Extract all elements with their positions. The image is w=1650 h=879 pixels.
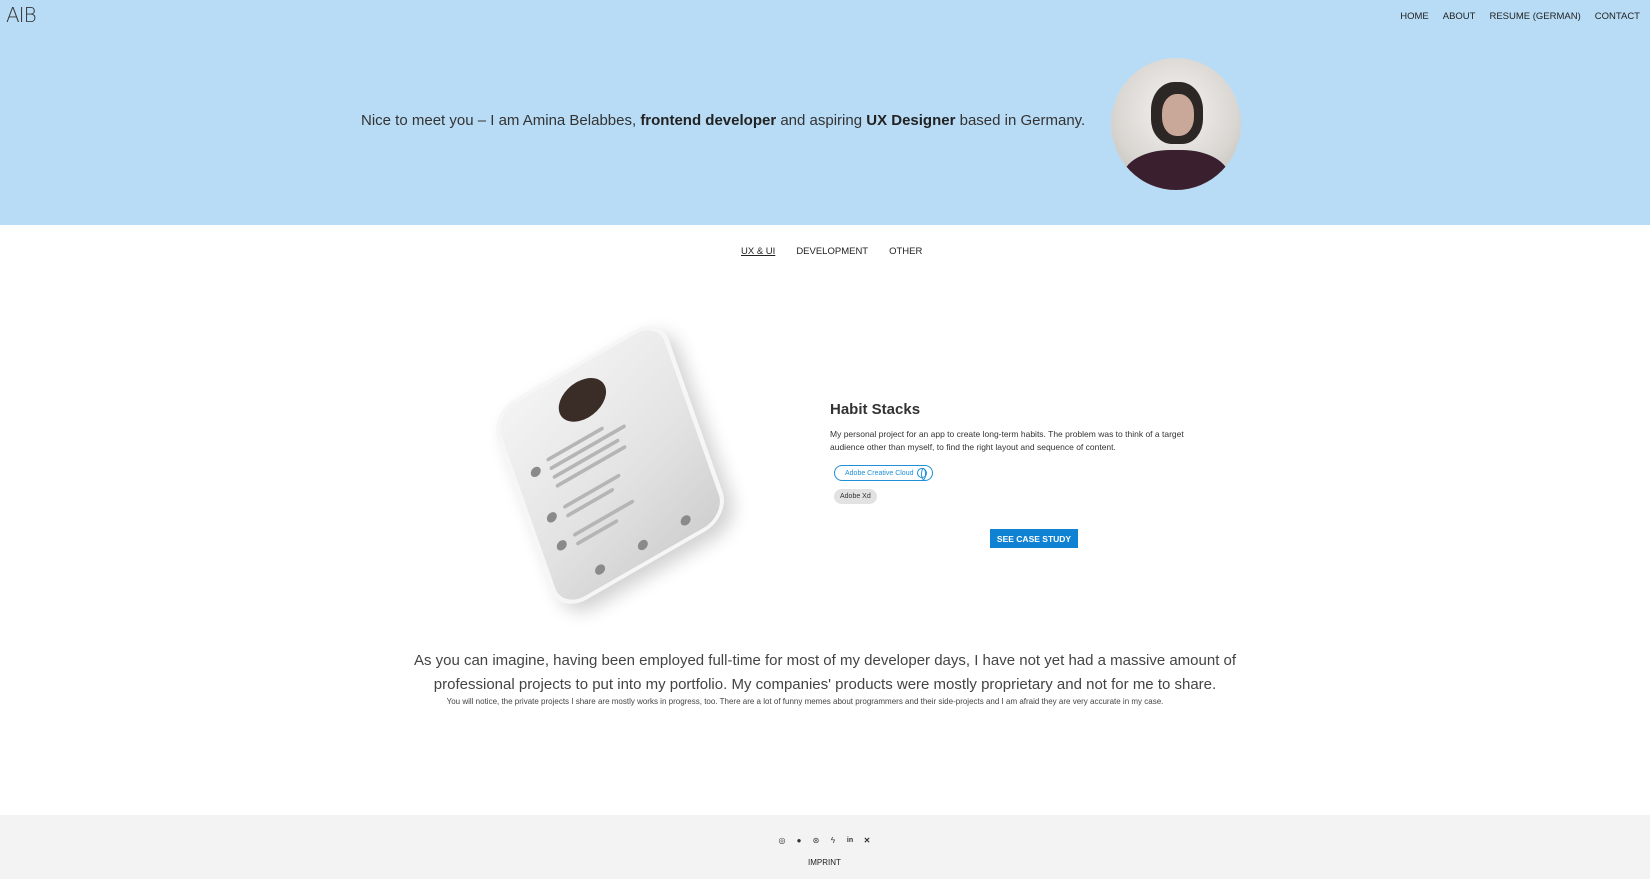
nav-home[interactable]: HOME [1400, 11, 1429, 22]
intro-text: Nice to meet you – I am Amina Belabbes, … [361, 112, 1085, 129]
project-mockup[interactable] [470, 315, 770, 615]
intro-aspiration: UX Designer [866, 112, 956, 129]
tab-ux-ui[interactable]: UX & UI [741, 246, 775, 257]
bolt-icon[interactable]: ϟ [829, 836, 837, 845]
portfolio-statement: As you can imagine, having been employed… [413, 652, 1237, 693]
mockup-dot [593, 562, 607, 577]
mockup-dot [529, 464, 543, 479]
see-case-study-button[interactable]: SEE CASE STUDY [990, 529, 1078, 548]
photo-face [1162, 94, 1194, 136]
imprint-link[interactable]: IMPRINT [808, 858, 841, 867]
photo-body [1123, 150, 1229, 190]
intro-part: Nice to meet you – I am Amina Belabbes, [361, 112, 641, 129]
site-footer [0, 815, 1650, 879]
nav-resume[interactable]: RESUME (GERMAN) [1489, 11, 1580, 22]
portfolio-footnote: You will notice, the private projects I … [446, 697, 1164, 706]
instagram-icon[interactable]: ◎ [778, 836, 786, 845]
tab-other[interactable]: OTHER [889, 246, 922, 257]
mockup-dot [636, 537, 650, 553]
tag-label: Adobe Xd [840, 493, 871, 500]
dribbble-icon[interactable]: ⊛ [812, 836, 820, 845]
social-links: ◎ ● ⊛ ϟ in ✕ [778, 836, 871, 845]
main-nav: HOME ABOUT RESUME (GERMAN) CONTACT [1400, 11, 1640, 22]
phone-mockup [488, 315, 732, 615]
project-title: Habit Stacks [830, 401, 921, 418]
intro-role: frontend developer [640, 112, 777, 129]
portfolio-tabs: UX & UI DEVELOPMENT OTHER [741, 246, 922, 257]
mockup-dot [679, 513, 692, 528]
mockup-dot [545, 510, 559, 525]
hero-section: AIB HOME ABOUT RESUME (GERMAN) CONTACT N… [0, 0, 1650, 225]
profile-photo [1111, 58, 1241, 190]
intro-part: and aspiring [776, 112, 867, 129]
mockup-avatar [553, 369, 612, 431]
site-logo[interactable]: AIB [6, 3, 37, 27]
tag-adobe-xd: Adobe Xd [834, 489, 877, 504]
xing-icon[interactable]: ✕ [863, 836, 871, 845]
github-icon[interactable]: ● [795, 836, 803, 845]
tab-development[interactable]: DEVELOPMENT [796, 246, 868, 257]
tag-label: Adobe Creative Cloud [845, 469, 914, 477]
mockup-row [549, 423, 627, 471]
linkedin-icon[interactable]: in [846, 836, 854, 844]
globe-icon [916, 468, 927, 480]
project-description: My personal project for an app to create… [830, 429, 1184, 452]
intro-part: based in Germany. [955, 112, 1086, 129]
mockup-dot [555, 538, 569, 553]
tag-adobe-creative-cloud: Adobe Creative Cloud [834, 465, 933, 481]
nav-contact[interactable]: CONTACT [1595, 11, 1640, 22]
nav-about[interactable]: ABOUT [1443, 11, 1476, 22]
